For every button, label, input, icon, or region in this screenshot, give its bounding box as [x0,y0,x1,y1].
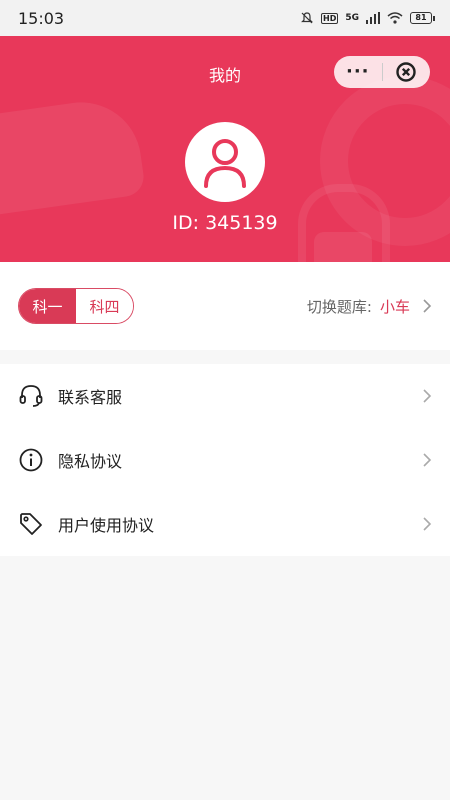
profile-header: 我的 ··· ID: 345139 [0,36,450,262]
chevron-right-icon [423,389,432,403]
menu-item-privacy-policy[interactable]: 隐私协议 [0,428,450,492]
more-button[interactable]: ··· [334,56,382,88]
tag-icon [18,511,44,537]
wifi-icon [387,12,403,24]
status-time: 15:03 [18,8,65,28]
miniprogram-capsule: ··· [334,56,430,88]
menu-item-label: 用户使用协议 [58,516,155,535]
chevron-right-icon [423,517,432,531]
avatar[interactable] [185,122,265,202]
status-bar: 15:03 HD 5G 81 [0,0,450,36]
menu-list: 联系客服 隐私协议 用户使用协议 [0,364,450,556]
subject-row: 科一 科四 切换题库: 小车 [0,262,450,350]
network-label: 5G [345,13,359,23]
chevron-right-icon [423,299,432,313]
user-icon [204,139,246,188]
close-icon [396,62,416,82]
menu-item-user-agreement[interactable]: 用户使用协议 [0,492,450,556]
user-id: ID: 345139 [172,212,278,234]
car-watermark-body [314,232,372,262]
more-dots-icon: ··· [345,61,370,82]
status-icons: HD 5G 81 [300,11,435,25]
header-decoration [0,94,147,218]
close-button[interactable] [383,56,431,88]
mute-bell-icon [301,12,313,24]
info-icon [18,447,44,473]
subject-segmented-control: 科一 科四 [18,288,134,324]
menu-item-customer-service[interactable]: 联系客服 [0,364,450,428]
hd-badge: HD [321,12,339,24]
switch-question-bank[interactable]: 切换题库: 小车 [307,296,432,317]
signal-icon [366,12,380,24]
tab-subject-one[interactable]: 科一 [19,289,76,323]
headset-icon [18,383,44,409]
battery-icon: 81 [410,12,435,24]
battery-level: 81 [415,13,427,22]
chevron-right-icon [423,453,432,467]
tab-subject-four[interactable]: 科四 [76,289,133,323]
bank-label: 切换题库: [306,297,372,316]
menu-item-label: 联系客服 [58,388,123,407]
menu-item-label: 隐私协议 [58,452,123,471]
bank-value: 小车 [379,297,410,316]
